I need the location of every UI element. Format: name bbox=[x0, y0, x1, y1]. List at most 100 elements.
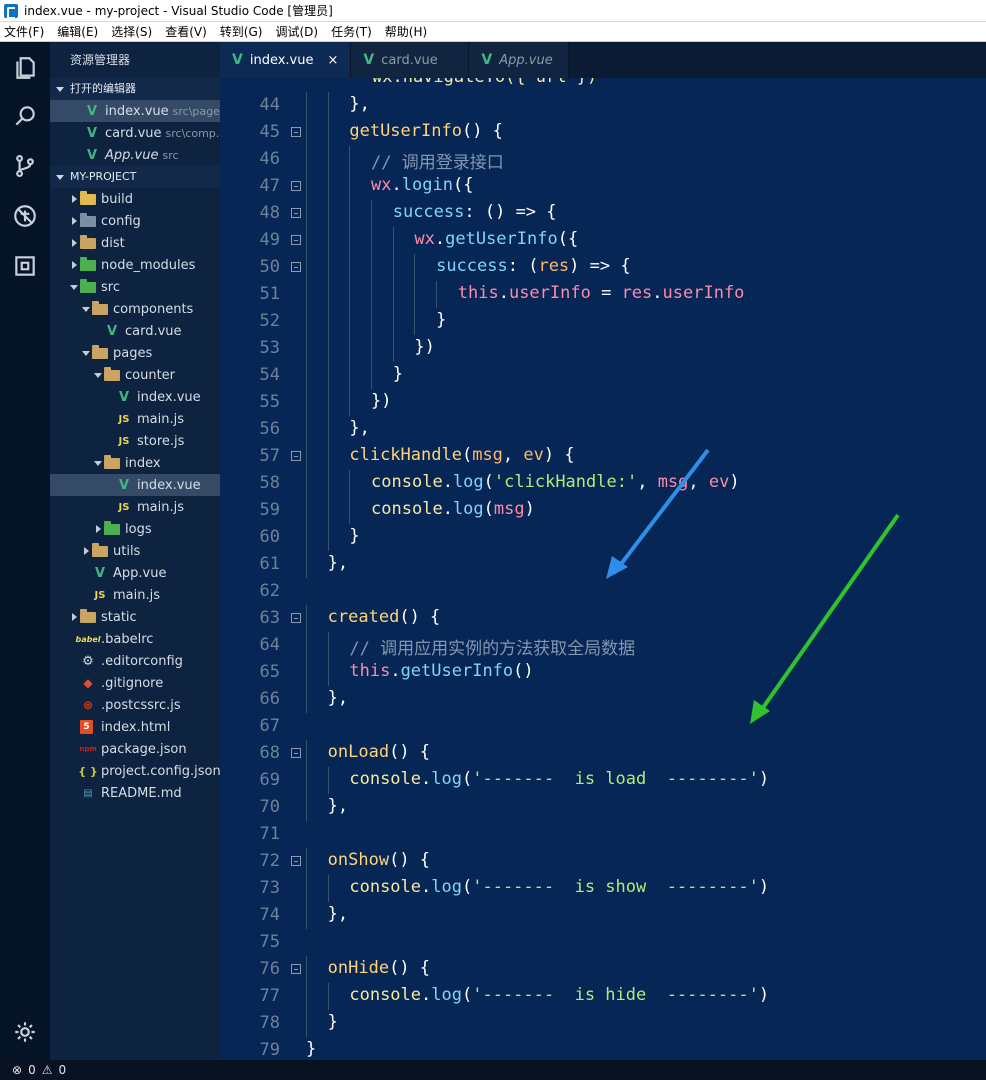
menu-tasks[interactable]: 任务(T) bbox=[331, 23, 372, 40]
tree-folder[interactable]: node_modules bbox=[50, 254, 220, 276]
menu-file[interactable]: 文件(F) bbox=[4, 23, 44, 40]
code-line: 46 // 调用登录接口 bbox=[220, 146, 986, 173]
open-editor-item[interactable]: Vcard.vuesrc\comp... bbox=[50, 122, 220, 144]
tree-file[interactable]: 5 index.html bbox=[50, 716, 220, 738]
fold-toggle-icon[interactable] bbox=[291, 856, 301, 866]
tree-folder[interactable]: components bbox=[50, 298, 220, 320]
tree-file[interactable]: JS store.js bbox=[50, 430, 220, 452]
code-token: ( bbox=[461, 769, 473, 789]
debug-icon[interactable] bbox=[0, 192, 50, 240]
menu-edit[interactable]: 编辑(E) bbox=[57, 23, 98, 40]
fold-toggle-icon[interactable] bbox=[291, 964, 301, 974]
fold-toggle-icon[interactable] bbox=[291, 235, 301, 245]
tree-folder[interactable]: counter bbox=[50, 364, 220, 386]
code-token: . bbox=[498, 283, 509, 303]
chevron-down-icon[interactable] bbox=[92, 460, 104, 466]
tree-file[interactable]: ▤ README.md bbox=[50, 782, 220, 804]
line-number: 44 bbox=[259, 95, 280, 115]
tree-file[interactable]: babel .babelrc bbox=[50, 628, 220, 650]
code-token: () { bbox=[389, 958, 431, 978]
tree-folder[interactable]: utils bbox=[50, 540, 220, 562]
indent-guide bbox=[349, 146, 351, 173]
fold-toggle-icon[interactable] bbox=[291, 127, 301, 137]
error-icon[interactable]: ⊗ bbox=[12, 1063, 22, 1077]
menu-debug[interactable]: 调试(D) bbox=[275, 23, 318, 40]
menu-go[interactable]: 转到(G) bbox=[220, 23, 263, 40]
open-editors-section[interactable]: 打开的编辑器 bbox=[50, 78, 220, 100]
tree-folder[interactable]: build bbox=[50, 188, 220, 210]
tree-file[interactable]: ⊛ .postcssrc.js bbox=[50, 694, 220, 716]
tree-file[interactable]: JS main.js bbox=[50, 408, 220, 430]
chevron-right-icon[interactable] bbox=[68, 239, 80, 247]
source-control-icon[interactable] bbox=[0, 142, 50, 190]
tree-folder[interactable]: config bbox=[50, 210, 220, 232]
warning-icon[interactable]: ⚠ bbox=[42, 1063, 53, 1077]
tree-file[interactable]: JS main.js bbox=[50, 496, 220, 518]
indent-guide bbox=[349, 173, 351, 200]
code-token: . bbox=[652, 283, 663, 303]
tree-folder[interactable]: index bbox=[50, 452, 220, 474]
tab-app-vue[interactable]: V App.vue bbox=[469, 42, 570, 78]
tree-file[interactable]: Vindex.vue bbox=[50, 474, 220, 496]
tree-label: main.js bbox=[137, 411, 184, 427]
chevron-down-icon[interactable] bbox=[80, 306, 92, 312]
code-token: , bbox=[637, 472, 658, 492]
chevron-down-icon[interactable] bbox=[92, 372, 104, 378]
line-number: 68 bbox=[259, 743, 280, 763]
line-number: 50 bbox=[259, 257, 280, 277]
chevron-right-icon[interactable] bbox=[80, 547, 92, 555]
code-editor[interactable]: wx.navigateTo({ url }) 44}, 45 getUserInfo… bbox=[220, 78, 986, 1060]
tree-label: counter bbox=[125, 367, 176, 383]
tree-file[interactable]: { } project.config.json bbox=[50, 760, 220, 782]
tree-file[interactable]: npm package.json bbox=[50, 738, 220, 760]
chevron-down-icon[interactable] bbox=[68, 284, 80, 290]
explorer-icon[interactable] bbox=[0, 44, 50, 92]
project-section[interactable]: MY-PROJECT bbox=[50, 166, 220, 188]
tree-folder[interactable]: src bbox=[50, 276, 220, 298]
chevron-right-icon[interactable] bbox=[68, 613, 80, 621]
chevron-right-icon[interactable] bbox=[68, 195, 80, 203]
fold-toggle-icon[interactable] bbox=[291, 181, 301, 191]
code-line: 75 bbox=[220, 929, 986, 956]
chevron-right-icon[interactable] bbox=[92, 525, 104, 533]
tree-file[interactable]: Vcard.vue bbox=[50, 320, 220, 342]
tree-file[interactable]: ⚙ .editorconfig bbox=[50, 650, 220, 672]
warning-count[interactable]: 0 bbox=[58, 1063, 66, 1077]
menu-view[interactable]: 查看(V) bbox=[165, 23, 207, 40]
code-token: '------- is show --------' bbox=[472, 877, 759, 897]
tab-card-vue[interactable]: V card.vue bbox=[351, 42, 470, 78]
fold-toggle-icon[interactable] bbox=[291, 262, 301, 272]
tree-file[interactable]: Vindex.vue bbox=[50, 386, 220, 408]
tree-folder[interactable]: static bbox=[50, 606, 220, 628]
line-number: 46 bbox=[259, 149, 280, 169]
fold-toggle-icon[interactable] bbox=[291, 451, 301, 461]
chevron-right-icon[interactable] bbox=[68, 261, 80, 269]
tree-folder[interactable]: dist bbox=[50, 232, 220, 254]
search-icon[interactable] bbox=[0, 92, 50, 140]
tab-index-vue[interactable]: V index.vue × bbox=[220, 42, 352, 78]
fold-toggle-icon[interactable] bbox=[291, 748, 301, 758]
fold-toggle-icon[interactable] bbox=[291, 208, 301, 218]
tree-file[interactable]: ◆ .gitignore bbox=[50, 672, 220, 694]
tree-folder[interactable]: pages bbox=[50, 342, 220, 364]
extensions-icon[interactable] bbox=[0, 242, 50, 290]
chevron-right-icon[interactable] bbox=[68, 217, 80, 225]
tree-folder[interactable]: logs bbox=[50, 518, 220, 540]
close-icon[interactable]: × bbox=[327, 53, 338, 68]
settings-gear-icon[interactable] bbox=[0, 1008, 50, 1056]
code-text: wx.login({ bbox=[371, 175, 473, 195]
indent-guide bbox=[306, 173, 307, 200]
chevron-down-icon[interactable] bbox=[80, 350, 92, 356]
fold-toggle-icon[interactable] bbox=[291, 613, 301, 623]
menu-selection[interactable]: 选择(S) bbox=[111, 23, 152, 40]
open-editor-item[interactable]: Vindex.vuesrc\page... bbox=[50, 100, 220, 122]
indent-guide bbox=[306, 740, 307, 767]
tree-file[interactable]: V App.vue bbox=[50, 562, 220, 584]
git-file-icon: ◆ bbox=[83, 676, 93, 690]
error-count[interactable]: 0 bbox=[28, 1063, 36, 1077]
menu-help[interactable]: 帮助(H) bbox=[385, 23, 427, 40]
code-line: 50 success: (res) => { bbox=[220, 254, 986, 281]
indent-guide bbox=[306, 227, 307, 254]
tree-file[interactable]: JS main.js bbox=[50, 584, 220, 606]
open-editor-item[interactable]: V App.vue src bbox=[50, 144, 220, 166]
